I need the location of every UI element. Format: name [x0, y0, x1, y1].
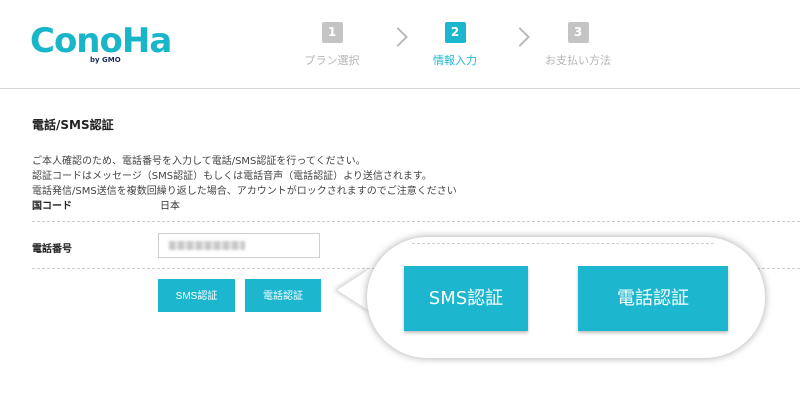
blurred-phone-number [169, 241, 245, 250]
step-info-input: 2 情報入力 [415, 21, 495, 68]
phone-number-input[interactable] [158, 233, 320, 258]
site-header: ConoHa by GMO 1 プラン選択 2 情報入力 3 お支払い方法 [0, 0, 800, 89]
step-payment-method: 3 お支払い方法 [538, 21, 618, 68]
chevron-right-icon [510, 27, 530, 47]
step-number: 2 [444, 22, 466, 43]
conoha-logo[interactable]: ConoHa by GMO [30, 22, 172, 68]
logo-subtext: by GMO [90, 56, 121, 64]
description-line: 認証コードはメッセージ（SMS認証）もしくは電話音声（電話認証）より送信されます… [32, 171, 432, 182]
sms-auth-button[interactable]: SMS認証 [158, 279, 235, 312]
callout-divider [412, 243, 714, 244]
description-line: ご本人確認のため、電話番号を入力して電話/SMS認証を行ってください。 [32, 156, 366, 167]
description-line: 電話発信/SMS送信を複数回繰り返した場合、アカウントがロックされますのでご注意… [32, 186, 457, 197]
step-label: 情報入力 [433, 54, 477, 67]
step-number: 3 [567, 22, 589, 43]
callout-phone-auth-button[interactable]: 電話認証 [578, 266, 728, 331]
divider [32, 221, 800, 222]
section-title: 電話/SMS認証 [32, 118, 114, 132]
step-label: お支払い方法 [545, 54, 611, 67]
country-code-value: 日本 [160, 201, 180, 212]
callout-sms-auth-button[interactable]: SMS認証 [404, 266, 528, 331]
country-code-label: 国コード [32, 201, 72, 212]
phone-number-label: 電話番号 [32, 244, 72, 255]
callout-pointer [337, 268, 371, 312]
step-plan-selection: 1 プラン選択 [292, 21, 372, 68]
phone-auth-button[interactable]: 電話認証 [245, 279, 321, 312]
step-label: プラン選択 [304, 54, 360, 67]
logo-text: ConoHa [30, 21, 172, 61]
step-number: 1 [321, 22, 343, 43]
chevron-right-icon [388, 27, 408, 47]
